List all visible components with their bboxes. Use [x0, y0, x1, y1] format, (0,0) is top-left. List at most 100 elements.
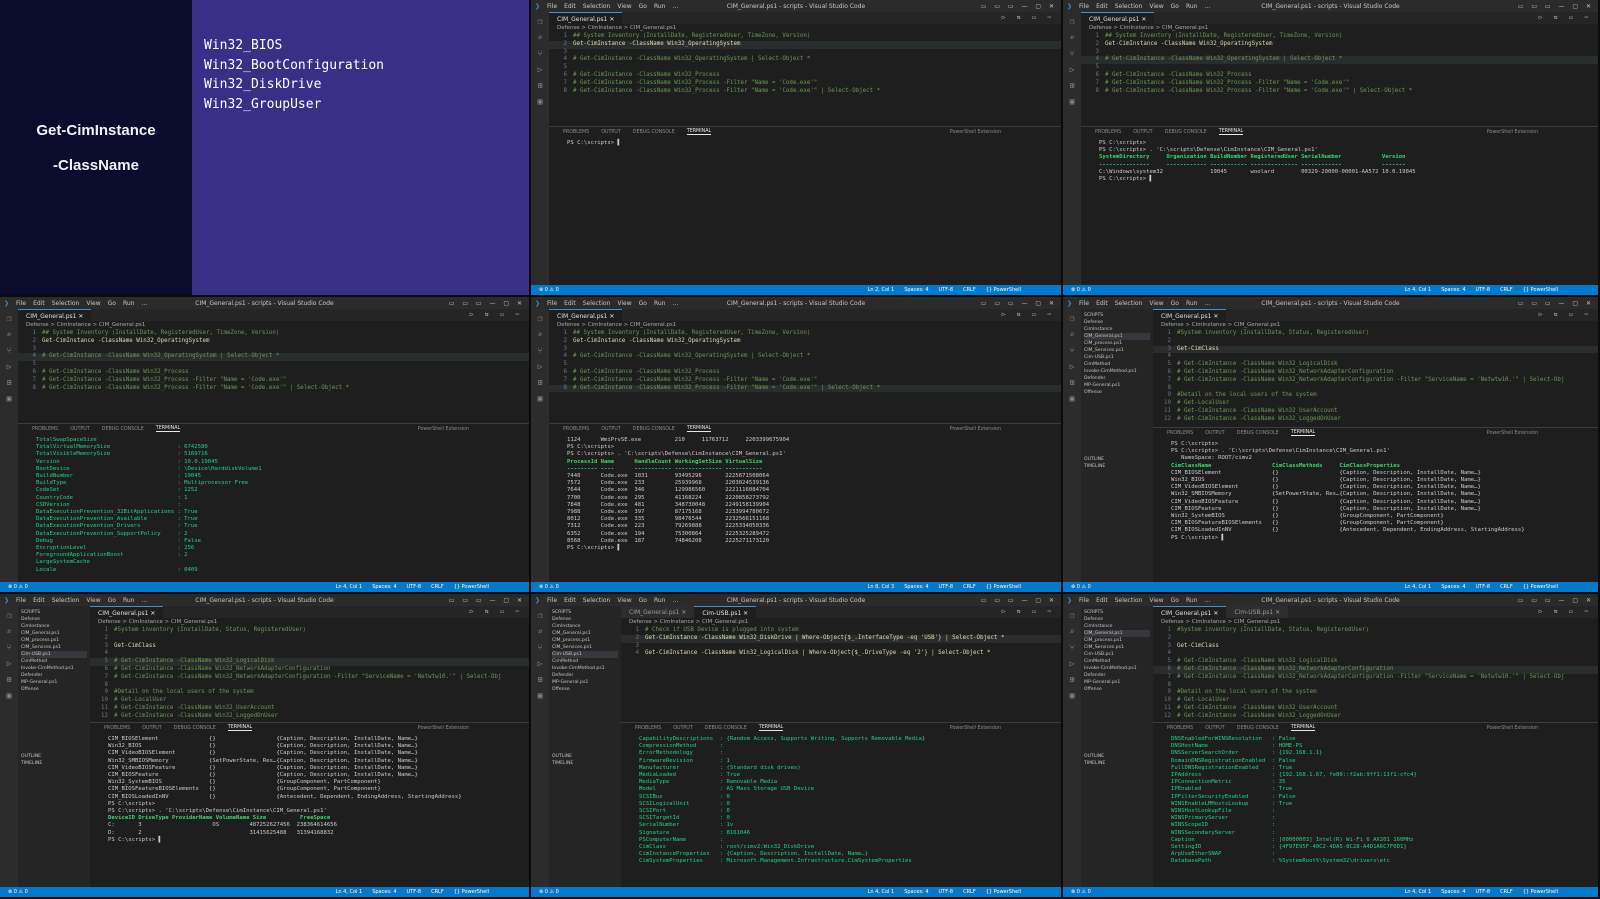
- menu-item[interactable]: Selection: [1115, 3, 1143, 10]
- terminal-output[interactable]: PS C:\scripts> ▌: [549, 137, 1061, 147]
- panel-tab[interactable]: PROBLEMS: [32, 427, 58, 432]
- status-item[interactable]: Spaces: 4: [904, 584, 928, 590]
- explorer-icon[interactable]: ❐: [1070, 17, 1075, 26]
- editor-actions[interactable]: ▷ ⇆ ▭ ⋯: [470, 608, 523, 615]
- status-item[interactable]: Spaces: 4: [372, 584, 396, 590]
- status-item[interactable]: CRLF: [1500, 287, 1513, 293]
- menu-item[interactable]: …: [1204, 597, 1210, 604]
- menu-item[interactable]: Selection: [583, 300, 611, 307]
- explorer-item[interactable]: CimInstance: [21, 623, 87, 630]
- status-item[interactable]: {} PowerShell: [454, 584, 489, 590]
- panel-tab[interactable]: TERMINAL: [758, 725, 784, 731]
- terminal-output[interactable]: CIM_BIOSElement {} {Caption, Description…: [90, 733, 529, 844]
- status-item[interactable]: Spaces: 4: [1441, 889, 1465, 895]
- explorer-item[interactable]: Invoke-CimMethod.ps1: [21, 665, 87, 672]
- menu-item[interactable]: Selection: [583, 3, 611, 10]
- explorer-item[interactable]: CIM_General.ps1: [1084, 333, 1150, 340]
- status-item[interactable]: UTF-8: [939, 584, 954, 590]
- menu-item[interactable]: Edit: [1096, 597, 1108, 604]
- code-editor[interactable]: 1 # Check if USB Device is plugged into s…: [621, 627, 1061, 658]
- menu-item[interactable]: File: [547, 3, 557, 10]
- explorer-item[interactable]: Cim-USB.ps1: [21, 651, 87, 658]
- explorer-item[interactable]: Offense: [1084, 389, 1150, 396]
- panel-tab[interactable]: OUTPUT: [70, 427, 90, 432]
- explorer-item[interactable]: CIM_process.ps1: [21, 637, 87, 644]
- search-icon[interactable]: ⌕: [7, 627, 12, 636]
- terminal-output[interactable]: PS C:\scripts> PS C:\scripts> . 'C:\scri…: [1153, 438, 1598, 542]
- status-item[interactable]: UTF-8: [939, 287, 954, 293]
- status-item[interactable]: UTF-8: [407, 889, 422, 895]
- status-item[interactable]: CRLF: [963, 287, 976, 293]
- panel-tab[interactable]: PROBLEMS: [563, 130, 589, 135]
- menu-item[interactable]: Go: [1171, 300, 1179, 307]
- panel-tab[interactable]: TERMINAL: [155, 426, 181, 432]
- run-debug-icon[interactable]: ▷: [1070, 362, 1075, 371]
- editor-actions[interactable]: ▷ ⇆ ▭ ⋯: [1002, 311, 1055, 318]
- search-icon[interactable]: ⌕: [1070, 627, 1075, 636]
- source-control-icon[interactable]: ⑂: [7, 643, 12, 652]
- search-icon[interactable]: ⌕: [1070, 330, 1075, 339]
- run-debug-icon[interactable]: ▷: [538, 65, 543, 74]
- powershell-extension-label[interactable]: PowerShell Extension: [950, 726, 1001, 731]
- outline-section[interactable]: OUTLINE: [552, 753, 618, 760]
- outline-section[interactable]: OUTLINE: [21, 753, 87, 760]
- terminal-icon[interactable]: ▣: [1070, 97, 1075, 106]
- explorer-item[interactable]: CimMethod: [1084, 658, 1150, 665]
- status-item[interactable]: {} PowerShell: [1523, 584, 1558, 590]
- status-item[interactable]: Ln 4, Col 1: [868, 889, 895, 895]
- editor-tab[interactable]: CIM_General.ps1 ✕: [18, 309, 92, 321]
- powershell-extension-label[interactable]: PowerShell Extension: [1487, 726, 1538, 731]
- outline-section[interactable]: OUTLINE: [1084, 753, 1150, 760]
- explorer-item[interactable]: CIM_process.ps1: [552, 637, 618, 644]
- powershell-extension-label[interactable]: PowerShell Extension: [950, 130, 1001, 135]
- explorer-item[interactable]: CIM_Services.ps1: [1084, 644, 1150, 651]
- status-item[interactable]: Ln 8, Col 3: [868, 584, 895, 590]
- problems-count[interactable]: ⊗ 0 ⚠ 0: [539, 287, 559, 293]
- status-item[interactable]: UTF-8: [1476, 889, 1491, 895]
- menu-item[interactable]: …: [141, 300, 147, 307]
- explorer-item[interactable]: Defender: [1084, 672, 1150, 679]
- explorer-item[interactable]: Offense: [21, 686, 87, 693]
- editor-tab[interactable]: CIM_General.ps1 ✕: [1153, 606, 1227, 618]
- editor-actions[interactable]: ▷ ⇆ ▭ ⋯: [1539, 311, 1592, 318]
- problems-count[interactable]: ⊗ 0 ⚠ 0: [539, 584, 559, 590]
- panel-tab[interactable]: TERMINAL: [686, 426, 712, 432]
- explorer-item[interactable]: Cim-USB.ps1: [552, 651, 618, 658]
- menu-item[interactable]: Run: [123, 300, 135, 307]
- window-controls[interactable]: ▭ ▭ ▭ — ▢ ✕: [981, 3, 1057, 10]
- problems-count[interactable]: ⊗ 0 ⚠ 0: [8, 584, 28, 590]
- window-controls[interactable]: ▭ ▭ ▭ — ▢ ✕: [1518, 3, 1594, 10]
- search-icon[interactable]: ⌕: [538, 33, 543, 42]
- terminal-output[interactable]: 1124 WmiPrvSE.exe 210 11763712 220339967…: [549, 434, 1061, 552]
- powershell-extension-label[interactable]: PowerShell Extension: [950, 427, 1001, 432]
- explorer-item[interactable]: Cim-USB.ps1: [1084, 354, 1150, 361]
- source-control-icon[interactable]: ⑂: [538, 49, 543, 58]
- explorer-item[interactable]: CIM_General.ps1: [1084, 630, 1150, 637]
- menu-item[interactable]: Selection: [52, 597, 80, 604]
- editor-actions[interactable]: ▷ ⇆ ▭ ⋯: [470, 311, 523, 318]
- menu-item[interactable]: Go: [639, 300, 647, 307]
- code-editor[interactable]: 1 #System inventory (InstallDate, Status,…: [90, 627, 529, 721]
- status-item[interactable]: Spaces: 4: [904, 889, 928, 895]
- panel-tab[interactable]: OUTPUT: [142, 726, 162, 731]
- panel-tab[interactable]: DEBUG CONSOLE: [1165, 130, 1207, 135]
- code-editor[interactable]: 1 #System inventory (InstallDate, Status,…: [1153, 330, 1598, 424]
- menu-item[interactable]: Selection: [1115, 597, 1143, 604]
- outline-section[interactable]: OUTLINE: [1084, 456, 1150, 463]
- menu-item[interactable]: Edit: [33, 300, 45, 307]
- explorer-item[interactable]: Invoke-CimMethod.ps1: [1084, 665, 1150, 672]
- code-editor[interactable]: 1 ## System Inventory (InstallDate, Regis…: [1081, 33, 1598, 95]
- panel-tab[interactable]: OUTPUT: [673, 726, 693, 731]
- run-debug-icon[interactable]: ▷: [7, 362, 12, 371]
- run-debug-icon[interactable]: ▷: [538, 659, 543, 668]
- editor-actions[interactable]: ▷ ⇆ ▭ ⋯: [1539, 14, 1592, 21]
- panel-tab[interactable]: DEBUG CONSOLE: [174, 726, 216, 731]
- panel-tab[interactable]: TERMINAL: [1218, 129, 1244, 135]
- terminal-icon[interactable]: ▣: [1070, 691, 1075, 700]
- menu-item[interactable]: Run: [654, 597, 666, 604]
- code-editor[interactable]: 1 ## System Inventory (InstallDate, Regis…: [549, 330, 1061, 393]
- explorer-item[interactable]: Defense: [1084, 319, 1150, 326]
- explorer-item[interactable]: CimInstance: [552, 623, 618, 630]
- explorer-item[interactable]: Defense: [21, 616, 87, 623]
- source-control-icon[interactable]: ⑂: [538, 346, 543, 355]
